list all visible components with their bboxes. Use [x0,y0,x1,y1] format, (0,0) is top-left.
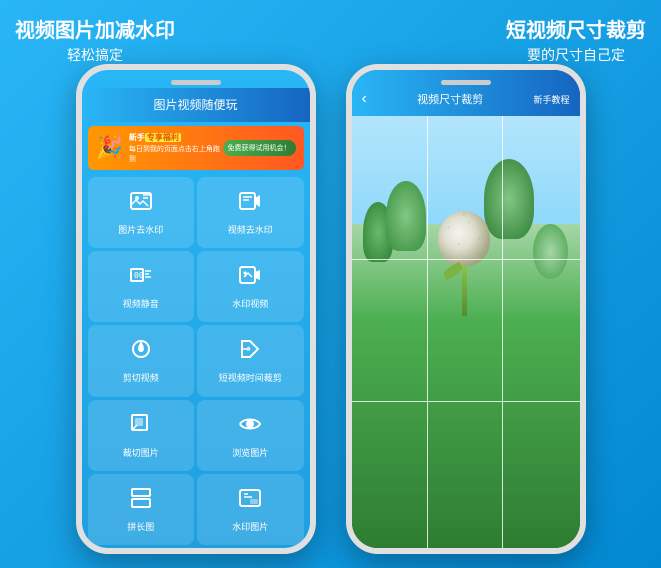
left-phone: 图片视频随便玩 🎉 新手专享福利 每日到我的页面点击右上角跑到 免费获得试用机会… [76,64,316,554]
watermark-image-icon [238,486,262,516]
right-heading: 短视频尺寸裁剪 要的尺寸自己定 [506,18,646,64]
menu-item-browse-image[interactable]: 浏览图片 [197,400,304,471]
crop-line-h1 [352,259,580,260]
crop-line-h2 [352,401,580,402]
menu-grid: 图片去水印 视频去水印 00 视频静音 [82,174,310,548]
menu-item-mute-video[interactable]: 00 视频静音 [88,251,195,322]
promo-banner[interactable]: 🎉 新手专享福利 每日到我的页面点击右上角跑到 免费获得试用机会！ [88,126,304,170]
left-sub-title: 轻松搞定 [15,46,175,64]
menu-label-crop-image: 裁切图片 [123,446,159,459]
menu-item-cut-video[interactable]: 剪切视频 [88,325,195,396]
mute-video-icon: 00 [129,263,153,293]
phones-wrapper: 图片视频随便玩 🎉 新手专享福利 每日到我的页面点击右上角跑到 免费获得试用机会… [76,64,586,554]
menu-item-crop-image[interactable]: 裁切图片 [88,400,195,471]
add-watermark-icon [238,263,262,293]
left-heading: 视频图片加减水印 轻松搞定 [15,18,175,64]
menu-label-trim-video: 短视频时间裁剪 [219,371,282,384]
right-sub-title: 要的尺寸自己定 [506,46,646,64]
left-main-title: 视频图片加减水印 [15,18,175,44]
main-container: 视频图片加减水印 轻松搞定 短视频尺寸裁剪 要的尺寸自己定 图片视频随便玩 🎉 … [0,0,661,568]
banner-button[interactable]: 免费获得试用机会！ [223,140,296,156]
svg-text:00: 00 [134,271,144,280]
menu-item-trim-video[interactable]: ⏱ 短视频时间裁剪 [197,325,304,396]
right-phone: ‹ 视频尺寸裁剪 新手教程 [346,64,586,554]
help-button[interactable]: 新手教程 [533,93,569,106]
svg-text:⏱: ⏱ [246,346,251,353]
crop-line-v1 [427,116,428,548]
video-title: 视频尺寸裁剪 [367,91,534,107]
browse-image-icon [238,412,262,442]
menu-label-cut-video: 剪切视频 [123,371,159,384]
video-header: ‹ 视频尺寸裁剪 新手教程 [352,70,580,116]
menu-label-add-watermark: 水印视频 [232,297,268,310]
crop-image-icon [129,412,153,442]
cut-video-icon [129,337,153,367]
right-phone-screen: ‹ 视频尺寸裁剪 新手教程 [352,70,580,548]
menu-item-watermark-image[interactable]: 水印图片 [197,474,304,545]
menu-label-stitch-image: 拼长图 [127,520,154,533]
left-phone-screen: 图片视频随便玩 🎉 新手专享福利 每日到我的页面点击右上角跑到 免费获得试用机会… [82,70,310,548]
trim-video-icon: ⏱ [238,337,262,367]
stitch-image-icon [129,486,153,516]
banner-line2: 每日到我的页面点击右上角跑到 [129,144,223,164]
menu-label-watermark-photo: 图片去水印 [118,223,163,236]
left-phone-header: 图片视频随便玩 [82,88,310,122]
menu-label-watermark-video: 视频去水印 [228,223,273,236]
menu-label-browse-image: 浏览图片 [232,446,268,459]
watermark-video-icon [238,189,262,219]
banner-icon: 🎉 [96,135,123,161]
watermark-photo-icon [129,189,153,219]
banner-text: 新手专享福利 每日到我的页面点击右上角跑到 [129,132,223,164]
video-content [352,116,580,548]
menu-item-stitch-image[interactable]: 拼长图 [88,474,195,545]
menu-label-mute-video: 视频静音 [123,297,159,310]
banner-highlight: 专享福利 [145,133,181,142]
background-scene [352,116,580,548]
menu-item-watermark-video[interactable]: 视频去水印 [197,177,304,248]
menu-item-watermark-photo[interactable]: 图片去水印 [88,177,195,248]
crop-line-v2 [502,116,503,548]
left-phone-header-text: 图片视频随便玩 [153,98,237,112]
menu-label-watermark-image: 水印图片 [232,520,268,533]
banner-line1: 新手专享福利 [129,132,223,143]
menu-item-add-watermark[interactable]: 水印视频 [197,251,304,322]
crop-overlay [352,116,580,548]
right-main-title: 短视频尺寸裁剪 [506,18,646,44]
